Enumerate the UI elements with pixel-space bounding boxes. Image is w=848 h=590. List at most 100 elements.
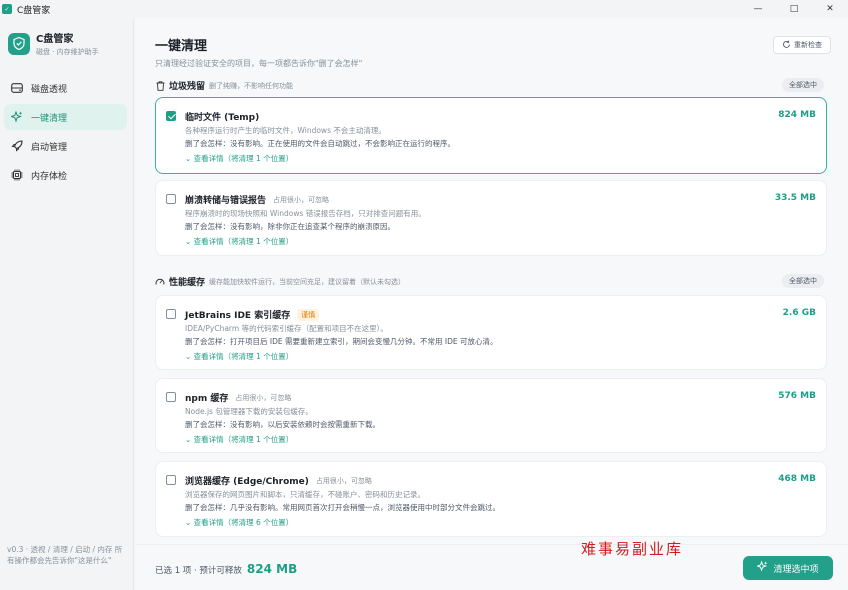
item-checkbox[interactable] [166, 111, 176, 121]
clean-item-browser[interactable]: 浏览器缓存 (Edge/Chrome) 占用很小，可忽略 468 MB 浏览器保存… [155, 461, 827, 537]
item-impact: 删了会怎样：打开项目后 IDE 需要重新建立索引，期间会变慢几分钟。不常用 ID… [185, 337, 498, 346]
item-checkbox[interactable] [166, 475, 176, 485]
chevron-down-icon: ⌄ [185, 435, 194, 444]
item-desc: 各种程序运行时产生的临时文件，Windows 不会主动清理。 [185, 126, 386, 135]
item-impact: 删了会怎样：没有影响。正在使用的文件会自动跳过，不会影响正在运行的程序。 [185, 139, 455, 148]
select-all-cache-button[interactable]: 全部选中 [782, 274, 824, 288]
item-detail-label: 查看详情（将清理 6 个位置） [193, 518, 294, 527]
watermark-text: 难事易副业库 [581, 540, 684, 558]
item-desc: 浏览器保存的网页图片和脚本，只清缓存，不碰账户、密码和历史记录。 [185, 490, 425, 499]
item-name: npm 缓存 [185, 394, 229, 404]
item-impact: 删了会怎样：几乎没有影响。常用网页首次打开会稍慢一点，浏览器使用中时部分文件会跳… [185, 503, 500, 512]
sparkle-icon [756, 560, 768, 575]
sidebar: C盘管家 磁盘 · 内存维护助手 磁盘透视 一键清理 启动管理 内存体检 v0.… [0, 18, 134, 590]
section-title: 垃圾残留 [169, 82, 206, 92]
recheck-label: 重新检查 [794, 41, 822, 49]
item-size: 2.6 GB [782, 308, 816, 318]
clean-item-npm[interactable]: npm 缓存 占用很小，可忽略 576 MB Node.js 包管理器下载的安装包… [155, 378, 827, 453]
item-detail-label: 查看详情（将清理 1 个位置） [193, 352, 294, 361]
item-name: 崩溃转储与错误报告 [185, 196, 267, 206]
item-size: 576 MB [778, 391, 816, 401]
bottom-bar: 已选 1 项 · 预计可释放 824 MB 难事易副业库 清理选中项 [135, 540, 848, 590]
main-panel: 一键清理 只清理经过验证安全的项目，每一项都告诉你"删了会怎样" 重新检查 垃圾… [135, 18, 848, 590]
chevron-down-icon: ⌄ [185, 352, 194, 361]
sidebar-item-label: 启动管理 [31, 142, 68, 153]
section-title: 性能缓存 [169, 278, 206, 288]
recheck-button[interactable]: 重新检查 [773, 36, 831, 54]
page-header: 一键清理 只清理经过验证安全的项目，每一项都告诉你"删了会怎样" [155, 35, 362, 69]
item-name: JetBrains IDE 索引缓存 [185, 311, 291, 321]
refresh-icon [782, 40, 791, 51]
title-bar: ✓ C盘管家 — □ ✕ [0, 0, 848, 18]
item-size: 33.5 MB [774, 193, 816, 203]
rocket-icon [11, 140, 23, 152]
summary-text: 已选 1 项 · 预计可释放 [155, 566, 242, 576]
item-checkbox[interactable] [166, 392, 176, 402]
sidebar-nav: 磁盘透视 一键清理 启动管理 内存体检 [0, 75, 133, 188]
page-title: 一键清理 [155, 39, 208, 54]
brand: C盘管家 磁盘 · 内存维护助手 [0, 18, 133, 57]
chip-icon [11, 169, 23, 181]
minimize-button[interactable]: — [740, 0, 776, 18]
gauge-icon [155, 277, 165, 287]
item-desc: Node.js 包管理器下载的安装包缓存。 [185, 407, 313, 416]
item-detail-label: 查看详情（将清理 1 个位置） [193, 154, 294, 163]
item-detail-toggle[interactable]: ⌄ 查看详情（将清理 6 个位置） [185, 517, 293, 528]
summary-size: 824 MB [246, 562, 298, 576]
item-name: 临时文件 (Temp) [185, 113, 260, 123]
sparkle-icon [11, 111, 23, 123]
version-footnote: v0.3 · 透视 / 清理 / 启动 / 内存 所有操作都会先告诉你"这是什么… [7, 545, 123, 566]
item-impact: 删了会怎样：没有影响，除非你正在追查某个程序的崩溃原因。 [185, 222, 395, 231]
sidebar-item-startup[interactable]: 启动管理 [4, 133, 127, 159]
item-detail-toggle[interactable]: ⌄ 查看详情（将清理 1 个位置） [185, 351, 293, 362]
disk-icon [11, 82, 23, 94]
item-tag: 占用很小，可忽略 [315, 476, 372, 485]
section-desc: 缓存能加快软件运行，当前空间充足，建议留着（默认未勾选） [209, 277, 406, 286]
item-detail-toggle[interactable]: ⌄ 查看详情（将清理 1 个位置） [185, 236, 293, 247]
item-checkbox[interactable] [166, 309, 176, 319]
clean-item-jetbrains[interactable]: JetBrains IDE 索引缓存 谨慎 2.6 GB IDEA/PyCharm… [155, 295, 827, 370]
chevron-down-icon: ⌄ [185, 154, 194, 163]
section-desc: 删了纯赚，不影响任何功能 [209, 81, 294, 90]
brand-name: C盘管家 [36, 34, 74, 45]
item-impact: 删了会怎样：没有影响，以后安装依赖时会按需重新下载。 [185, 420, 380, 429]
item-tag: 占用很小，可忽略 [273, 195, 330, 204]
clean-button-label: 清理选中项 [773, 564, 819, 575]
item-detail-label: 查看详情（将清理 1 个位置） [193, 435, 294, 444]
clean-item-temp[interactable]: 临时文件 (Temp) 824 MB 各种程序运行时产生的临时文件，Window… [155, 97, 827, 174]
window-controls: — □ ✕ [740, 0, 848, 18]
page-subtitle: 只清理经过验证安全的项目，每一项都告诉你"删了会怎样" [155, 59, 363, 68]
item-detail-toggle[interactable]: ⌄ 查看详情（将清理 1 个位置） [185, 434, 293, 445]
item-name: 浏览器缓存 (Edge/Chrome) [185, 477, 309, 487]
clean-item-crashdump[interactable]: 崩溃转储与错误报告 占用很小，可忽略 33.5 MB 程序崩溃时的现场快照和 Wi… [155, 180, 827, 256]
sidebar-item-label: 磁盘透视 [31, 84, 68, 95]
item-size: 468 MB [778, 474, 816, 484]
section-junk: 垃圾残留 删了纯赚，不影响任何功能 [155, 79, 293, 92]
selection-summary: 已选 1 项 · 预计可释放 824 MB [155, 562, 297, 576]
maximize-button[interactable]: □ [776, 0, 812, 18]
sidebar-item-clean[interactable]: 一键清理 [4, 104, 127, 130]
item-detail-toggle[interactable]: ⌄ 查看详情（将清理 1 个位置） [185, 153, 293, 164]
select-all-junk-button[interactable]: 全部选中 [782, 78, 824, 92]
trash-icon [155, 80, 165, 91]
item-size: 824 MB [778, 110, 816, 120]
chevron-down-icon: ⌄ [185, 237, 194, 246]
caution-badge: 谨慎 [297, 308, 320, 321]
window-title: C盘管家 [17, 5, 51, 16]
sidebar-item-label: 内存体检 [31, 171, 68, 182]
item-detail-label: 查看详情（将清理 1 个位置） [193, 237, 294, 246]
app-icon: ✓ [2, 4, 12, 14]
item-desc: 程序崩溃时的现场快照和 Windows 错误报告存档，只对排查问题有用。 [185, 209, 426, 218]
sidebar-item-disk[interactable]: 磁盘透视 [4, 75, 127, 101]
section-cache: 性能缓存 缓存能加快软件运行，当前空间充足，建议留着（默认未勾选） [155, 275, 405, 288]
brand-subtitle: 磁盘 · 内存维护助手 [36, 48, 99, 56]
sidebar-item-memory[interactable]: 内存体检 [4, 162, 127, 188]
sidebar-item-label: 一键清理 [31, 113, 68, 124]
item-desc: IDEA/PyCharm 等的代码索引缓存（配置和项目不在这里）。 [185, 324, 388, 333]
item-tag: 占用很小，可忽略 [235, 393, 292, 402]
item-checkbox[interactable] [166, 194, 176, 204]
clean-selected-button[interactable]: 清理选中项 [743, 556, 833, 580]
chevron-down-icon: ⌄ [185, 518, 194, 527]
close-button[interactable]: ✕ [812, 0, 848, 18]
shield-logo-icon [8, 32, 30, 55]
